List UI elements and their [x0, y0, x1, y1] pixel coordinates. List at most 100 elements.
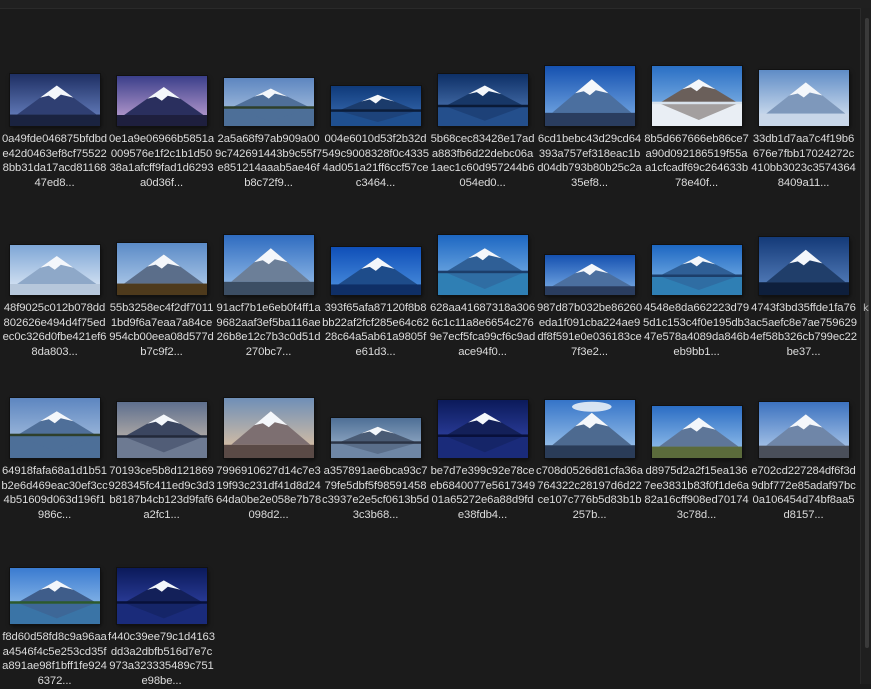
image-thumbnail [758, 402, 849, 458]
file-name-label: 91acf7b1e6eb0f4ff1a9682aaf3ef5ba116ae26b… [216, 302, 321, 359]
image-thumbnail [544, 400, 635, 458]
file-tile[interactable]: 8b5d667666eb86ce7a90d092186519f55aa1cfca… [643, 24, 750, 189]
image-thumbnail [758, 70, 849, 126]
thumbnail-frame [1, 24, 108, 126]
file-name-label: 64918fafa68a1d1b51b2e6d469eac30ef3cc4b51… [1, 465, 108, 522]
file-name-label: 55b3258ec4f2df70111bd9f6a7eaa7a84ce954cb… [109, 302, 214, 359]
thumbnail-frame [322, 24, 429, 126]
edge-text-fragment: k [863, 303, 869, 314]
file-name-label: c708d0526d81cfa36a764322c28197d6d22ce107… [536, 465, 643, 522]
image-thumbnail [758, 237, 849, 295]
file-name-label: 4548e8da662223d795d1c153c4f0e195db347e57… [643, 302, 750, 359]
image-thumbnail [437, 400, 528, 458]
file-name-label: be7d7e399c92e78ceeb6840077e561734901a652… [429, 465, 536, 522]
thumbnail-frame [643, 356, 750, 458]
file-tile[interactable]: 004e6010d53f2b32d549c9008328f0c43354ad05… [322, 24, 429, 189]
image-thumbnail [651, 245, 742, 295]
file-name-label: a357891ae6bca93c779fe5dbf5f98591458c3937… [322, 465, 429, 522]
file-name-label: 7996910627d14c7e319f93c231df41d8d2464da0… [215, 465, 322, 522]
image-thumbnail [116, 402, 207, 458]
scrollbar-thumb[interactable] [865, 18, 869, 648]
file-name-label: 4743f3bd35ffde1fa76ac5aefc8e7ae7596294ef… [750, 302, 857, 359]
file-name-label: f440c39ee79c1d4163dd3a2dbfb516d7e7c973a3… [108, 631, 215, 688]
file-name-label: 33db1d7aa7c4f19b6676e7fbb17024272c410bb3… [751, 133, 856, 190]
file-tile[interactable]: 4548e8da662223d795d1c153c4f0e195db347e57… [643, 193, 750, 358]
thumbnail-frame [536, 356, 643, 458]
thumbnail-frame [322, 193, 429, 295]
file-name-label: f8d60d58fd8c9a96aaa4546f4c5e253cd35fa891… [2, 631, 107, 688]
image-thumbnail [330, 247, 421, 295]
file-name-label: 6cd1bebc43d29cd64393a757ef318eac1bd04db7… [537, 133, 642, 190]
image-thumbnail [9, 245, 100, 295]
file-name-label: 987d87b032be86260eda1f091cba224ae9df8f59… [536, 302, 643, 359]
image-thumbnail [223, 78, 314, 126]
top-bar [0, 0, 871, 9]
image-thumbnail [223, 235, 314, 295]
file-name-label: 70193ce5b8d121869928345fc411ed9c3d3b8187… [108, 465, 215, 522]
image-thumbnail [330, 418, 421, 458]
thumbnail-frame [750, 356, 857, 458]
image-thumbnail [116, 568, 207, 624]
image-thumbnail [544, 255, 635, 295]
thumbnail-frame [429, 356, 536, 458]
file-name-label: e702cd227284df6f3d9dbf772e85adaf97bc0a10… [751, 465, 856, 522]
vertical-scrollbar[interactable] [860, 8, 871, 684]
file-tile[interactable]: 0a49fde046875bfdbde42d0463ef8cf755228bb3… [1, 24, 108, 189]
image-thumbnail [437, 235, 528, 295]
thumbnail-frame [108, 24, 215, 126]
thumbnail-frame [108, 522, 215, 624]
thumbnail-frame [1, 356, 108, 458]
image-thumbnail [437, 74, 528, 126]
file-tile[interactable]: be7d7e399c92e78ceeb6840077e561734901a652… [429, 356, 536, 521]
file-tile[interactable]: 64918fafa68a1d1b51b2e6d469eac30ef3cc4b51… [1, 356, 108, 521]
file-tile[interactable]: 0e1a9e06966b5851a009576e1f2c1b1d5038a1af… [108, 24, 215, 189]
image-thumbnail [330, 86, 421, 126]
file-tile[interactable]: e702cd227284df6f3d9dbf772e85adaf97bc0a10… [750, 356, 857, 521]
file-name-label: 8b5d667666eb86ce7a90d092186519f55aa1cfca… [644, 133, 749, 190]
file-tile[interactable]: 4743f3bd35ffde1fa76ac5aefc8e7ae7596294ef… [750, 193, 857, 358]
file-tile[interactable]: f440c39ee79c1d4163dd3a2dbfb516d7e7c973a3… [108, 522, 215, 687]
file-name-label: 5b68cec83428e17ada883fb6d22debc06a1aec1c… [430, 133, 535, 190]
file-name-label: 0a49fde046875bfdbde42d0463ef8cf755228bb3… [1, 133, 107, 190]
thumbnail-frame [643, 24, 750, 126]
file-tile[interactable]: 6cd1bebc43d29cd64393a757ef318eac1bd04db7… [536, 24, 643, 189]
file-tile[interactable]: 48f9025c012b078dd802626e494d4f75edec0c32… [1, 193, 108, 358]
file-name-label: 628aa41687318a3066c1c11a8e6654c2769e7ecf… [429, 302, 536, 359]
image-thumbnail [116, 76, 207, 126]
image-thumbnail [9, 74, 100, 126]
image-thumbnail [116, 243, 207, 295]
image-thumbnail [651, 66, 742, 126]
file-name-label: 0e1a9e06966b5851a009576e1f2c1b1d5038a1af… [108, 133, 215, 190]
thumbnail-frame [750, 24, 857, 126]
thumbnail-frame [108, 193, 215, 295]
file-tile[interactable]: 91acf7b1e6eb0f4ff1a9682aaf3ef5ba116ae26b… [215, 193, 322, 358]
file-tile[interactable]: 628aa41687318a3066c1c11a8e6654c2769e7ecf… [429, 193, 536, 358]
thumbnail-frame [750, 193, 857, 295]
file-tile[interactable]: f8d60d58fd8c9a96aaa4546f4c5e253cd35fa891… [1, 522, 108, 687]
file-tile[interactable]: d8975d2a2f15ea1367ee3831b83f0f1de6a82a16… [643, 356, 750, 521]
thumbnail-frame [643, 193, 750, 295]
file-name-label: 48f9025c012b078dd802626e494d4f75edec0c32… [2, 302, 107, 359]
file-tile[interactable]: 33db1d7aa7c4f19b6676e7fbb17024272c410bb3… [750, 24, 857, 189]
file-tile[interactable]: 55b3258ec4f2df70111bd9f6a7eaa7a84ce954cb… [108, 193, 215, 358]
file-tile[interactable]: 393f65afa87120f8b8bb22af2fcf285e64c6228c… [322, 193, 429, 358]
thumbnail-frame [215, 356, 322, 458]
thumbnail-frame [215, 24, 322, 126]
thumbnail-frame [215, 193, 322, 295]
file-tile[interactable]: 70193ce5b8d121869928345fc411ed9c3d3b8187… [108, 356, 215, 521]
image-thumbnail [9, 568, 100, 624]
file-tile[interactable]: a357891ae6bca93c779fe5dbf5f98591458c3937… [322, 356, 429, 521]
thumbnail-frame [536, 24, 643, 126]
file-tile[interactable]: c708d0526d81cfa36a764322c28197d6d22ce107… [536, 356, 643, 521]
thumbnail-frame [1, 193, 108, 295]
thumbnail-frame [322, 356, 429, 458]
file-tile[interactable]: 5b68cec83428e17ada883fb6d22debc06a1aec1c… [429, 24, 536, 189]
file-name-label: d8975d2a2f15ea1367ee3831b83f0f1de6a82a16… [643, 465, 749, 522]
thumbnail-frame [429, 24, 536, 126]
file-name-label: 2a5a68f97ab909a009c742691443b9c55f7e8512… [215, 133, 322, 190]
file-name-label: 393f65afa87120f8b8bb22af2fcf285e64c6228c… [322, 302, 429, 359]
thumbnail-frame [1, 522, 108, 624]
file-tile[interactable]: 2a5a68f97ab909a009c742691443b9c55f7e8512… [215, 24, 322, 189]
file-tile[interactable]: 987d87b032be86260eda1f091cba224ae9df8f59… [536, 193, 643, 358]
file-tile[interactable]: 7996910627d14c7e319f93c231df41d8d2464da0… [215, 356, 322, 521]
